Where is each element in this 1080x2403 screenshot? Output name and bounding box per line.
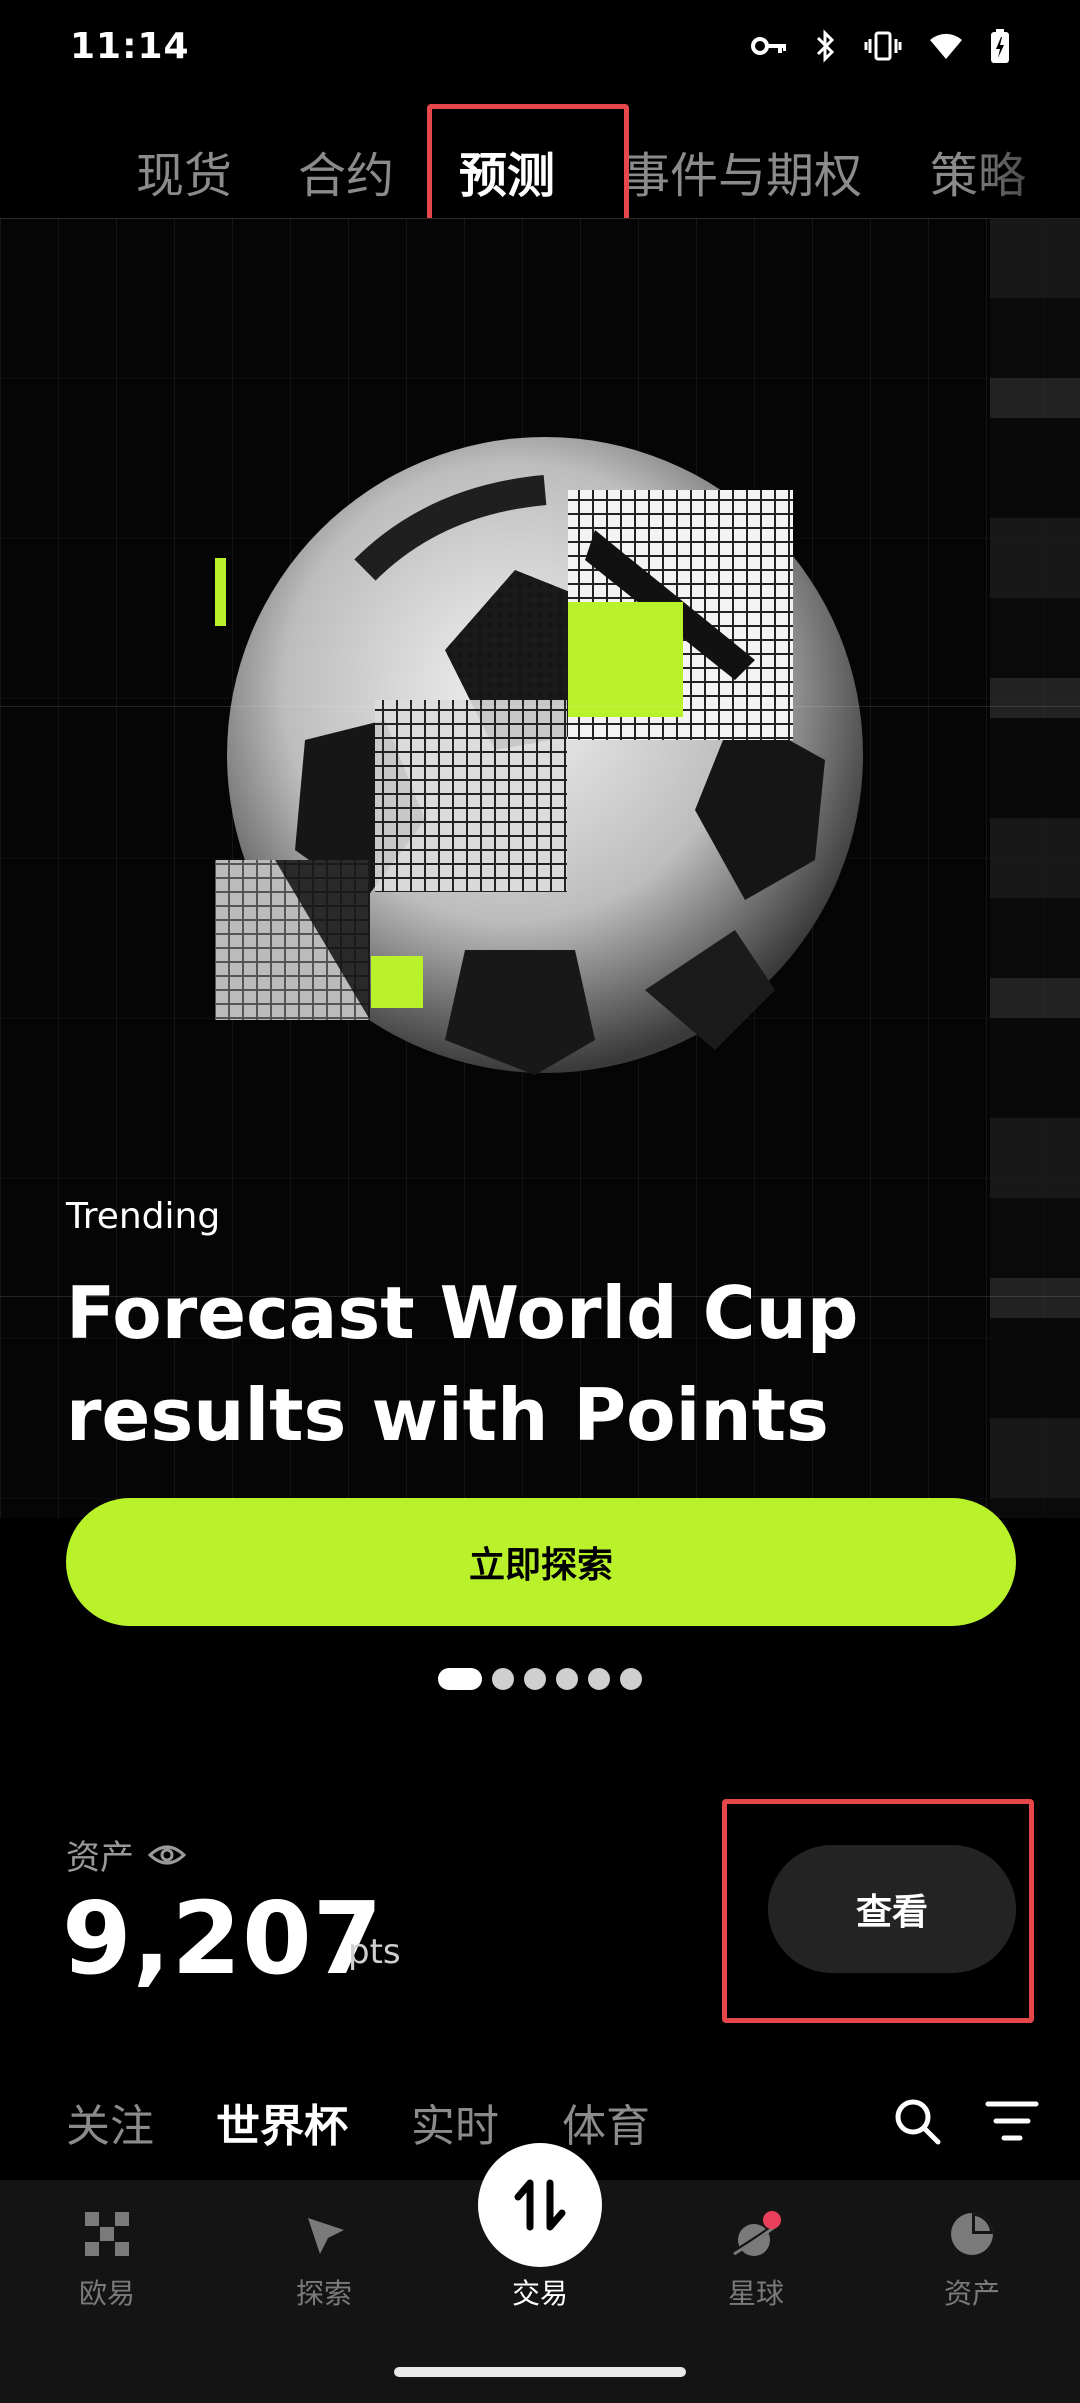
pie-chart-icon — [951, 2213, 993, 2255]
search-icon[interactable] — [892, 2096, 942, 2146]
trade-arrows-icon — [514, 2179, 566, 2231]
hero-tag: Trending — [66, 1196, 221, 1237]
carousel-dot[interactable] — [492, 1668, 514, 1690]
tab-futures[interactable]: 合约 — [298, 136, 394, 206]
bluetooth-icon — [816, 29, 835, 63]
carousel-dot[interactable] — [588, 1668, 610, 1690]
vibrate-icon — [864, 31, 902, 61]
soccer-ball-illustration — [215, 437, 863, 1075]
nav-assets-label: 资产 — [943, 2277, 1000, 2310]
trade-button[interactable] — [478, 2143, 602, 2267]
vpn-key-icon — [751, 37, 786, 55]
nav-planet-label: 星球 — [727, 2277, 784, 2310]
battery-icon — [991, 29, 1009, 63]
subtab-following[interactable]: 关注 — [66, 2090, 154, 2154]
status-bar: 11:14 — [0, 0, 1080, 100]
carousel-indicator[interactable] — [0, 1668, 1080, 1690]
nav-explore[interactable]: 探索 — [264, 2210, 384, 2312]
subtab-sports[interactable]: 体育 — [562, 2090, 650, 2154]
subtab-world-cup[interactable]: 世界杯 — [216, 2090, 348, 2154]
nav-okx-label: 欧易 — [78, 2277, 135, 2310]
nav-okx[interactable]: 欧易 — [47, 2210, 167, 2312]
assets-value: 9,207 — [62, 1880, 384, 1997]
nav-assets[interactable]: 资产 — [912, 2210, 1032, 2312]
carousel-dot[interactable] — [524, 1668, 546, 1690]
view-button-highlight — [722, 1799, 1034, 2023]
decorative-strip — [990, 218, 1080, 1518]
filter-icon[interactable] — [984, 2096, 1040, 2146]
wifi-icon — [930, 33, 962, 59]
carousel-dot[interactable] — [620, 1668, 642, 1690]
planet-icon — [730, 2211, 781, 2257]
assets-label: 资产 — [66, 1838, 134, 1878]
hero-headline: Forecast World Cup results with Points — [66, 1271, 859, 1457]
status-icons — [750, 28, 1010, 64]
tab-spot[interactable]: 现货 — [136, 136, 232, 206]
nav-trade-label: 交易 — [511, 2277, 568, 2310]
assets-label-row: 资产 — [66, 1830, 186, 1879]
subtab-live[interactable]: 实时 — [411, 2090, 499, 2154]
nav-planet[interactable]: 星球 — [696, 2210, 816, 2312]
explore-now-button[interactable]: 立即探索 — [66, 1498, 1016, 1626]
tab-strategy[interactable]: 策略 — [930, 136, 1026, 206]
nav-explore-label: 探索 — [295, 2277, 352, 2310]
status-time: 11:14 — [70, 26, 190, 67]
okx-logo-icon — [85, 2212, 129, 2256]
home-indicator[interactable] — [394, 2367, 686, 2377]
tab-events-options[interactable]: 事件与期权 — [622, 136, 862, 206]
carousel-dot[interactable] — [438, 1668, 482, 1690]
eye-icon[interactable] — [148, 1843, 186, 1867]
compass-icon — [308, 2218, 344, 2254]
carousel-dot[interactable] — [556, 1668, 578, 1690]
notification-dot — [763, 2211, 781, 2229]
assets-unit: pts — [348, 1932, 401, 1972]
